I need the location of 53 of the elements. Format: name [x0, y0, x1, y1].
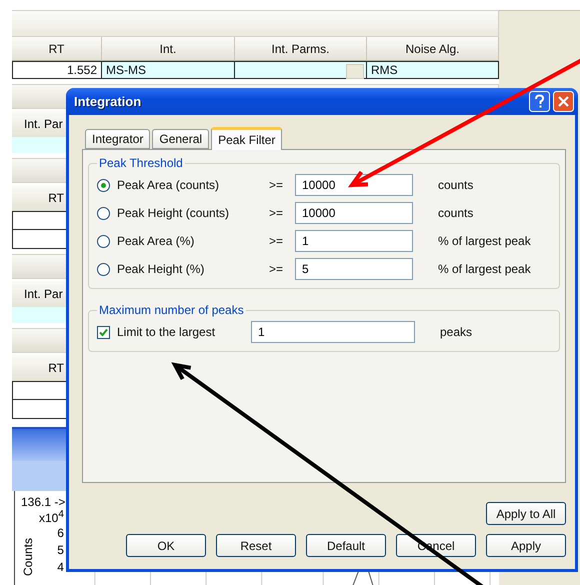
apply-to-all-button[interactable]: Apply to All: [486, 502, 566, 525]
table-cell: 1.552: [12, 61, 102, 79]
tab[interactable]: General: [152, 129, 210, 149]
unit-label: counts: [438, 206, 474, 220]
cell-button[interactable]: [346, 64, 364, 79]
dialog-button[interactable]: OK: [126, 534, 206, 557]
unit-label: counts: [438, 178, 474, 192]
radio-label: Peak Height (%): [117, 262, 204, 276]
tab[interactable]: Peak Filter: [211, 127, 282, 150]
radio-button[interactable]: [97, 234, 110, 248]
column-header[interactable]: Int. Parms.: [235, 37, 367, 61]
operator-label: >=: [269, 234, 284, 248]
tab[interactable]: Integrator: [85, 129, 150, 149]
plot-title: 136.1 ->: [21, 495, 66, 509]
dialog-button[interactable]: Apply: [486, 534, 566, 557]
unit-label: % of largest peak: [438, 262, 531, 276]
dialog-button[interactable]: Reset: [216, 534, 296, 557]
radio-label: Peak Area (counts): [117, 178, 220, 192]
dialog-button[interactable]: Default: [306, 534, 386, 557]
window-title: Integration: [74, 94, 142, 109]
input-field[interactable]: 10000: [295, 174, 413, 196]
input-field[interactable]: 10000: [295, 202, 413, 224]
unit-label: peaks: [440, 325, 472, 339]
check-icon: [99, 328, 108, 336]
y-axis-label: Counts: [21, 536, 35, 576]
help-icon[interactable]: [529, 91, 550, 112]
checkbox-label: Limit to the largest: [117, 325, 216, 339]
column-header[interactable]: RT: [12, 185, 68, 211]
column-header[interactable]: RT: [12, 355, 68, 381]
axis-scale: x10$^{4}$: [39, 509, 64, 525]
checkbox[interactable]: [97, 326, 110, 338]
tick-label: 4: [57, 559, 64, 576]
unit-label: % of largest peak: [438, 234, 531, 248]
table-cell: MS-MS: [102, 61, 235, 79]
group-title: Peak Threshold: [98, 156, 184, 170]
input-field[interactable]: 1: [295, 230, 413, 252]
radio-button[interactable]: [97, 178, 110, 192]
close-icon[interactable]: [553, 91, 574, 112]
radio-label: Peak Area (%): [117, 234, 194, 248]
input-field[interactable]: 1: [251, 321, 415, 343]
radio-label: Peak Height (counts): [117, 206, 230, 220]
column-header[interactable]: Int.: [102, 37, 235, 61]
tick-label: 5: [57, 542, 64, 559]
operator-label: >=: [269, 206, 284, 220]
radio-button[interactable]: [97, 206, 110, 220]
column-header[interactable]: Noise Alg.: [367, 37, 499, 61]
table-cell: RMS: [367, 61, 499, 79]
tick-label: 6: [57, 525, 64, 542]
input-field[interactable]: 5: [295, 258, 413, 280]
operator-label: >=: [269, 262, 284, 276]
radio-button[interactable]: [97, 262, 110, 276]
operator-label: >=: [269, 178, 284, 192]
column-header[interactable]: RT: [12, 37, 102, 61]
